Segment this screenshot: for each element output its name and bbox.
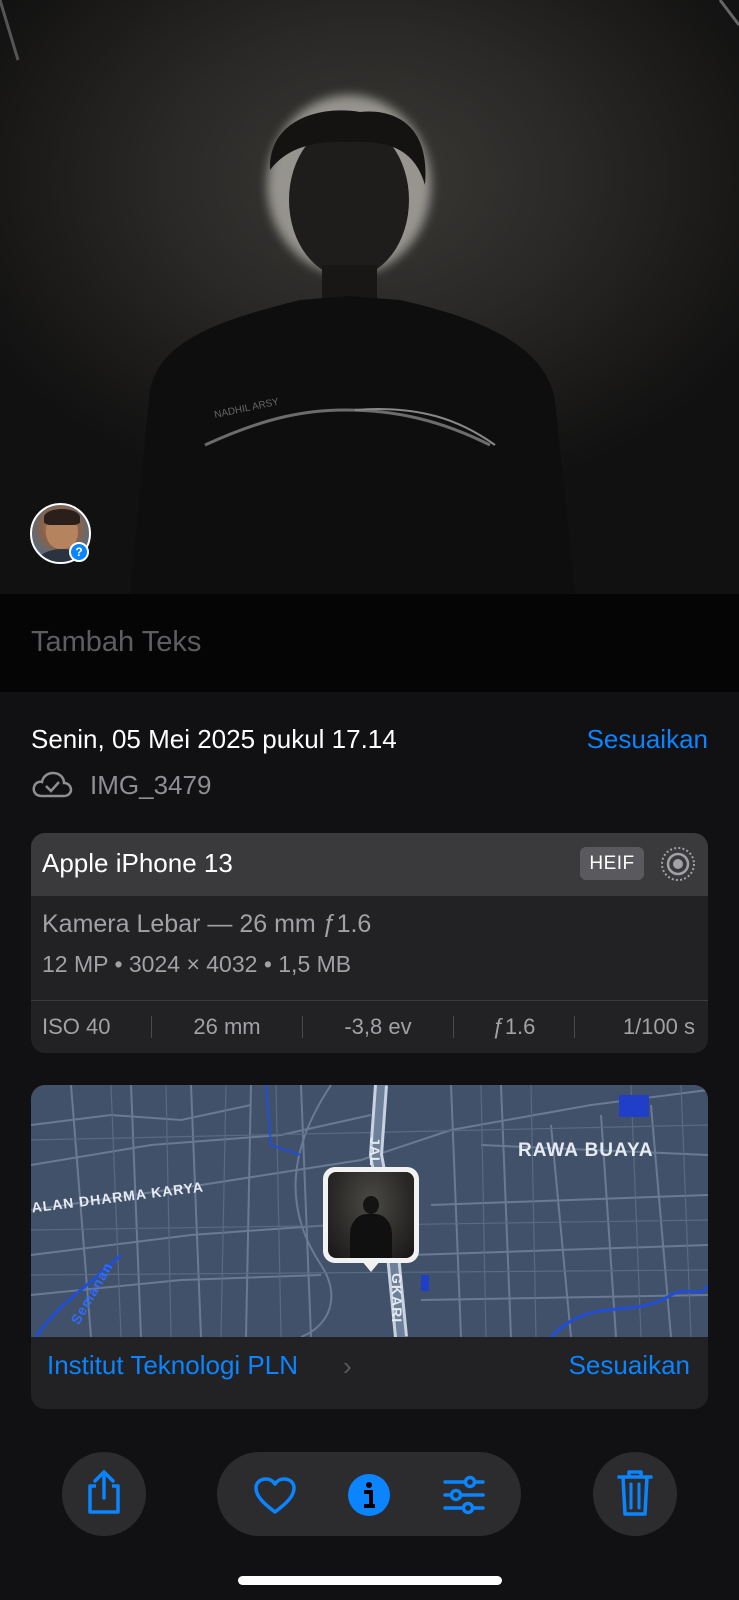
share-button[interactable]	[62, 1452, 146, 1536]
chevron-right-icon: ›	[343, 1351, 352, 1381]
device-name: Apple iPhone 13	[42, 848, 233, 878]
trash-icon	[617, 1470, 653, 1516]
live-photo-icon[interactable]	[659, 845, 697, 883]
location-name-link[interactable]: Institut Teknologi PLN	[47, 1350, 298, 1381]
format-badge: HEIF	[580, 847, 644, 880]
pin-thumbnail	[328, 1172, 414, 1258]
adjustments-icon[interactable]	[442, 1475, 486, 1515]
exif-aperture: ƒ1.6	[492, 1014, 536, 1039]
adjust-location-button[interactable]: Sesuaikan	[569, 1350, 690, 1381]
exif-exposure: -3,8 ev	[344, 1014, 412, 1039]
photo-location-pin[interactable]	[323, 1167, 419, 1263]
location-card: RAWA BUAYA ALAN DHARMA KARYA JAL GKARI S…	[31, 1085, 708, 1409]
icloud-check-icon	[32, 771, 73, 798]
camera-info-card: Apple iPhone 13 HEIF Kamera Lebar — 26 m…	[31, 833, 708, 1053]
info-icon[interactable]	[347, 1473, 391, 1517]
home-indicator[interactable]	[238, 1576, 502, 1585]
unknown-person-badge: ?	[69, 542, 89, 562]
exif-row: ISO 40 26 mm -3,8 ev ƒ1.6 1/100 s	[31, 1001, 708, 1053]
map-label-road-bottom: GKARI	[389, 1273, 405, 1324]
location-map[interactable]: RAWA BUAYA ALAN DHARMA KARYA JAL GKARI S…	[31, 1085, 708, 1337]
pin-pointer	[361, 1260, 381, 1272]
photo-view[interactable]: NADHIL ARSY ?	[0, 0, 739, 594]
photo-date: Senin, 05 Mei 2025 pukul 17.14	[31, 724, 397, 754]
lens-info: Kamera Lebar — 26 mm ƒ1.6	[42, 910, 372, 938]
share-icon	[88, 1470, 120, 1514]
image-specs: 12 MP • 3024 × 4032 • 1,5 MB	[42, 951, 352, 977]
adjust-date-button[interactable]: Sesuaikan	[587, 724, 708, 755]
caption-input[interactable]: Tambah Teks	[31, 626, 201, 659]
exif-shutter: 1/100 s	[622, 1014, 695, 1039]
exif-focal-length: 26 mm	[193, 1014, 261, 1039]
map-label-road-top: JAL	[367, 1137, 383, 1167]
map-label-area: RAWA BUAYA	[518, 1140, 654, 1161]
camera-header: Apple iPhone 13 HEIF	[31, 833, 708, 896]
photo-subject: NADHIL ARSY	[0, 0, 739, 594]
exif-iso: ISO 40	[42, 1014, 111, 1039]
delete-button[interactable]	[593, 1452, 677, 1536]
filename: IMG_3479	[90, 770, 212, 800]
heart-icon[interactable]	[253, 1476, 297, 1516]
